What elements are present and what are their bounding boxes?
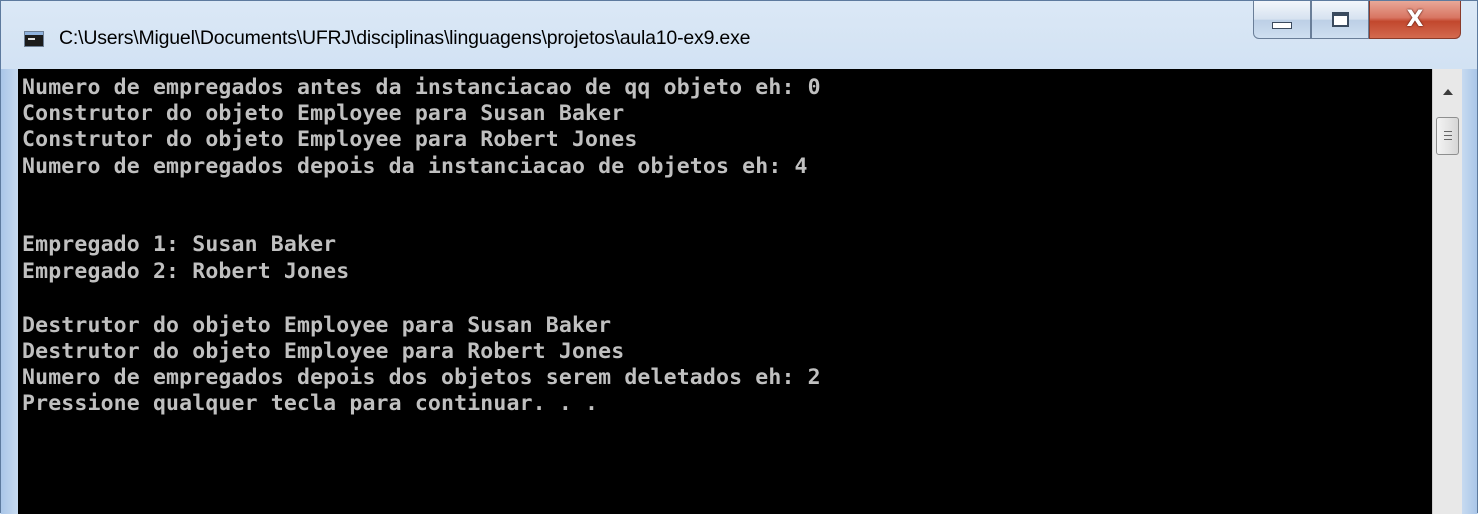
title-bar[interactable]: C:\Users\Miguel\Documents\UFRJ\disciplin…: [1, 1, 1477, 69]
maximize-button[interactable]: [1311, 1, 1369, 39]
console-output[interactable]: Numero de empregados antes da instanciac…: [18, 69, 1432, 514]
window-controls: X: [1253, 1, 1461, 39]
console-line: Construtor do objeto Employee para Rober…: [22, 127, 638, 152]
console-line: Numero de empregados antes da instanciac…: [22, 75, 821, 100]
scroll-thumb-grip-icon: [1444, 135, 1452, 136]
console-line: Numero de empregados depois da instancia…: [22, 154, 808, 179]
close-button[interactable]: X: [1369, 1, 1461, 39]
close-icon: X: [1406, 6, 1424, 32]
console-line: Destrutor do objeto Employee para Robert…: [22, 339, 625, 364]
scroll-thumb-grip-icon: [1444, 131, 1452, 132]
scroll-thumb-grip-icon: [1444, 139, 1452, 140]
scroll-thumb[interactable]: [1436, 117, 1459, 155]
minimize-button[interactable]: [1253, 1, 1311, 39]
window-right-border: [1462, 69, 1477, 514]
console-line: Destrutor do objeto Employee para Susan …: [22, 313, 612, 338]
minimize-icon: [1272, 22, 1292, 29]
console-line: Numero de empregados depois dos objetos …: [22, 365, 821, 390]
console-line: Construtor do objeto Employee para Susan…: [22, 101, 625, 126]
console-line: Empregado 1: Susan Baker: [22, 232, 337, 257]
console-line: Pressione qualquer tecla para continuar.…: [22, 391, 599, 416]
window-title: C:\Users\Miguel\Documents\UFRJ\disciplin…: [59, 27, 751, 49]
vertical-scrollbar[interactable]: [1432, 69, 1462, 514]
console-line: Empregado 2: Robert Jones: [22, 259, 350, 284]
window-left-border: [1, 69, 18, 514]
console-window: C:\Users\Miguel\Documents\UFRJ\disciplin…: [0, 0, 1478, 514]
maximize-icon: [1331, 12, 1349, 27]
scroll-up-arrow-icon: [1442, 89, 1453, 95]
scroll-up-button[interactable]: [1433, 69, 1462, 115]
console-app-icon[interactable]: [24, 31, 44, 47]
